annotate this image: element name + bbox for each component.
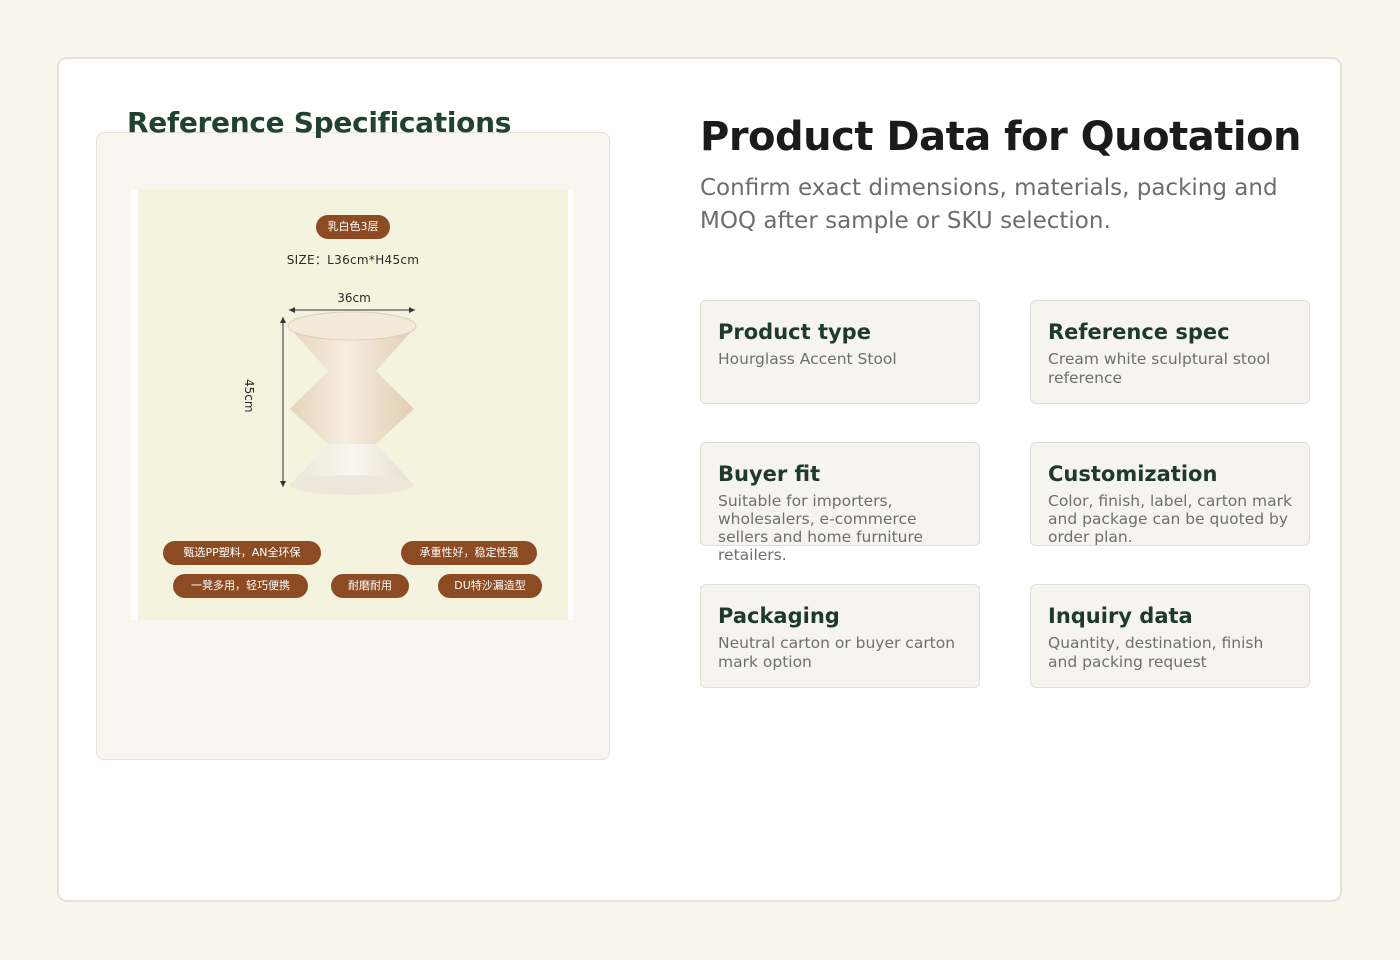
feature-tag: DU特沙漏造型 <box>438 574 542 598</box>
info-card-text: Neutral carton or buyer carton mark opti… <box>718 634 956 671</box>
info-card-packaging: Packaging Neutral carton or buyer carton… <box>700 584 980 688</box>
info-card-title: Product type <box>718 320 871 344</box>
stool-seat <box>287 311 417 341</box>
info-card-text: Cream white sculptural stool reference <box>1048 350 1271 387</box>
product-photo-canvas: 乳白色3层 SIZE：L36cm*H45cm 36cm 45cm 甄选PP塑料，… <box>138 189 568 620</box>
stool-middle-tier <box>290 371 414 444</box>
info-card-text: Hourglass Accent Stool <box>718 350 897 368</box>
page-title: Product Data for Quotation <box>700 114 1302 160</box>
info-card-product-type: Product type Hourglass Accent Stool <box>700 300 980 404</box>
size-text: SIZE：L36cm*H45cm <box>286 253 420 267</box>
stool-base <box>290 475 414 495</box>
info-card-title: Inquiry data <box>1048 604 1193 628</box>
info-card-title: Packaging <box>718 604 840 628</box>
info-card-reference-spec: Reference spec Cream white sculptural st… <box>1030 300 1310 404</box>
info-card-customization: Customization Color, finish, label, cart… <box>1030 442 1310 546</box>
info-card-text: Suitable for importers, wholesalers, e-c… <box>718 492 924 564</box>
color-tag: 乳白色3层 <box>316 215 390 239</box>
info-card-inquiry-data: Inquiry data Quantity, destination, fini… <box>1030 584 1310 688</box>
info-card-buyer-fit: Buyer fit Suitable for importers, wholes… <box>700 442 980 564</box>
product-photo: 乳白色3层 SIZE：L36cm*H45cm 36cm 45cm 甄选PP塑料，… <box>131 189 573 620</box>
feature-tag: 耐磨耐用 <box>331 574 409 598</box>
feature-tag: 一凳多用，轻巧便携 <box>173 574 308 598</box>
info-card-title: Buyer fit <box>718 462 821 486</box>
reference-heading: Reference Specifications <box>127 106 512 139</box>
feature-tag: 甄选PP塑料，AN全环保 <box>163 541 321 565</box>
info-card-title: Reference spec <box>1048 320 1230 344</box>
info-card-text: Color, finish, label, carton mark and pa… <box>1048 492 1292 546</box>
info-card-text: Quantity, destination, finish and packin… <box>1048 634 1264 671</box>
feature-tag: 承重性好，稳定性强 <box>401 541 537 565</box>
page-subtitle: Confirm exact dimensions, materials, pac… <box>700 175 1278 234</box>
width-label: 36cm <box>337 291 371 305</box>
info-card-title: Customization <box>1048 462 1218 486</box>
height-label: 45cm <box>242 379 256 413</box>
